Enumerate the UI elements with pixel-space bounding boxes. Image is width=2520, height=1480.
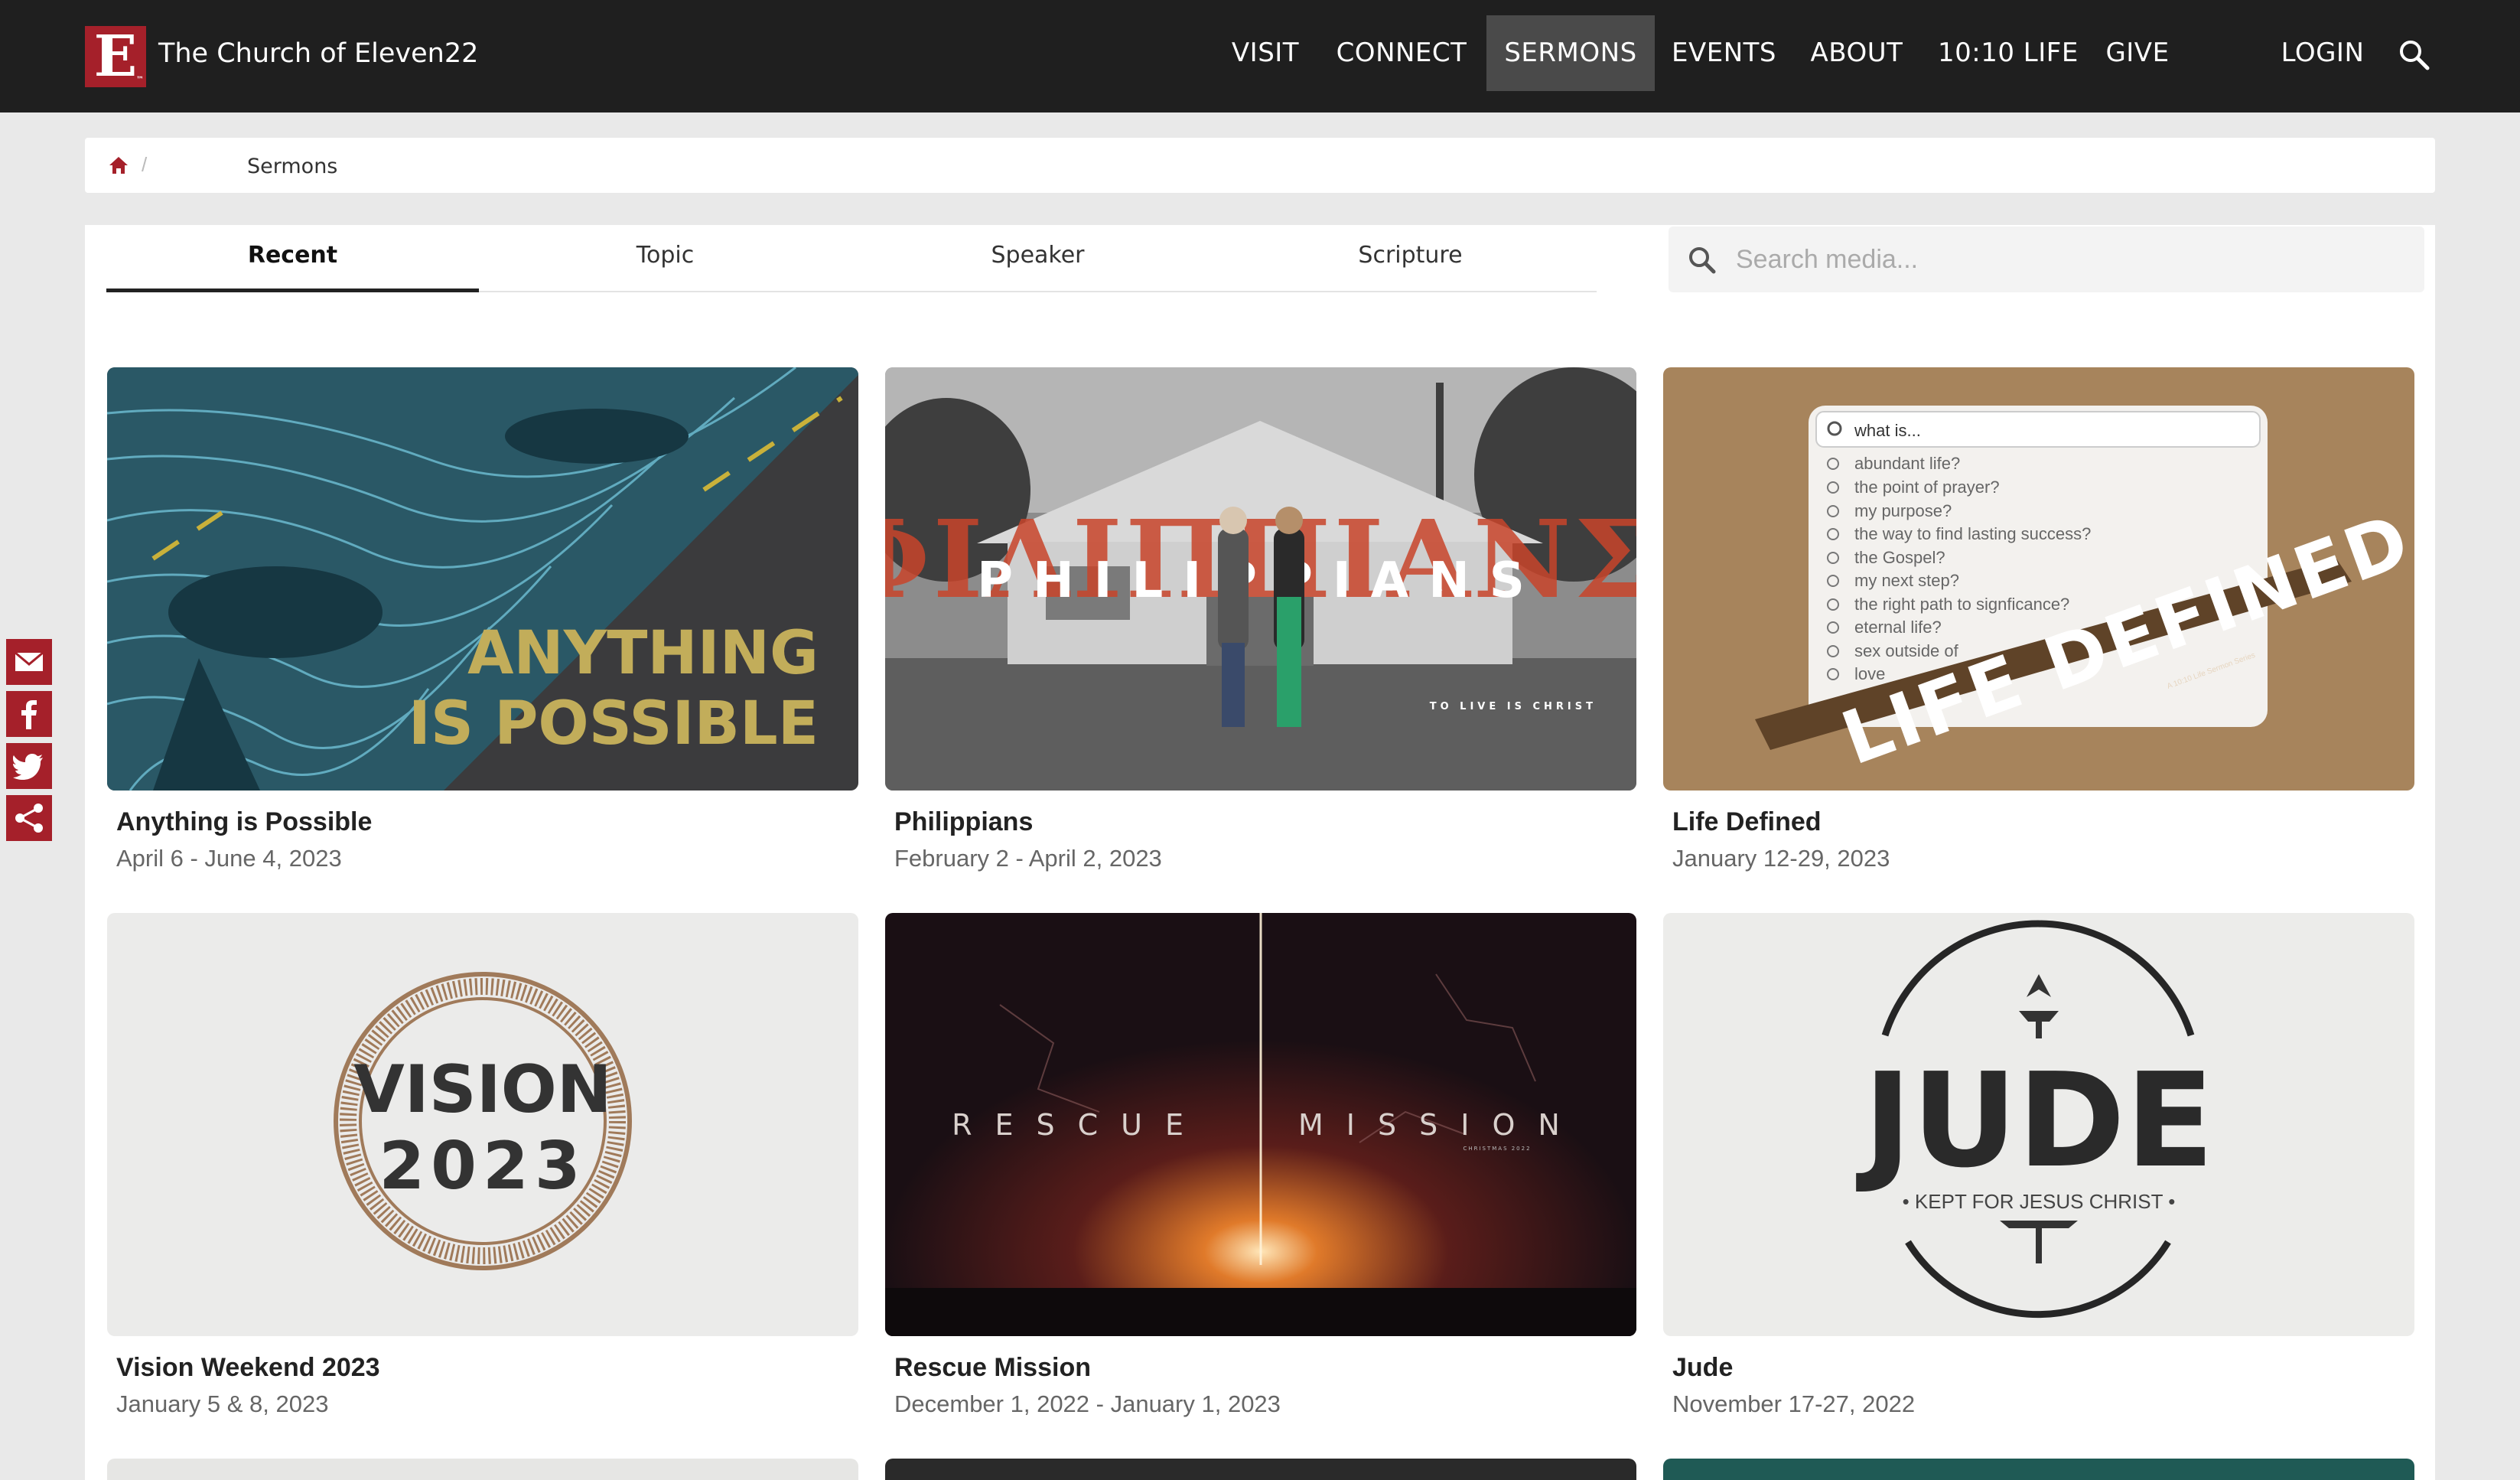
nav-events[interactable]: EVENTS bbox=[1669, 15, 1779, 91]
art-item: the right path to signficance? bbox=[1854, 595, 2069, 614]
logo-letter: E bbox=[93, 24, 138, 90]
search-icon[interactable] bbox=[2398, 38, 2431, 72]
share-icon bbox=[15, 804, 43, 833]
art-sub: TO LIVE IS CHRIST bbox=[1430, 701, 1597, 712]
art-line2: 2023 bbox=[379, 1128, 586, 1205]
sermon-card[interactable]: ΦΙΛΙΠΠΙΑΝΣ PHILIPPIANS TO LIVE IS CHRIST… bbox=[885, 367, 1636, 872]
tab-topic[interactable]: Topic bbox=[479, 225, 851, 292]
site-header: E ™ The Church of Eleven22 VISIT CONNECT… bbox=[0, 0, 2520, 112]
sermon-date: April 6 - June 4, 2023 bbox=[116, 845, 342, 872]
tab-recent[interactable]: Recent bbox=[106, 225, 479, 292]
facebook-icon bbox=[21, 700, 37, 729]
sermon-date: February 2 - April 2, 2023 bbox=[894, 845, 1162, 872]
art-sub: • KEPT FOR JESUS CHRIST • bbox=[1903, 1190, 2176, 1213]
breadcrumb-separator: / bbox=[142, 153, 148, 176]
search-media-input[interactable] bbox=[1736, 227, 2409, 292]
sermon-thumbnail-partial[interactable] bbox=[107, 1459, 858, 1480]
sermon-title[interactable]: Anything is Possible bbox=[116, 807, 858, 837]
art-item: the Gospel? bbox=[1854, 548, 1945, 567]
sermon-thumbnail[interactable]: VISION 2023 bbox=[107, 913, 858, 1336]
art-item: the way to find lasting success? bbox=[1854, 524, 2091, 543]
home-icon[interactable] bbox=[108, 155, 129, 176]
email-share-button[interactable] bbox=[6, 639, 52, 685]
nav-give[interactable]: GIVE bbox=[2099, 15, 2176, 91]
sermon-date: December 1, 2022 - January 1, 2023 bbox=[894, 1390, 1281, 1417]
tab-speaker[interactable]: Speaker bbox=[851, 225, 1224, 292]
art-query: what is... bbox=[1854, 421, 1921, 440]
sermon-thumbnail-partial[interactable] bbox=[885, 1459, 1636, 1480]
search-icon bbox=[1689, 247, 1716, 274]
sermon-date: January 12-29, 2023 bbox=[1672, 845, 1890, 872]
sermon-thumbnail[interactable]: RESCUE MISSION CHRISTMAS 2022 bbox=[885, 913, 1636, 1336]
sermon-card[interactable]: what is... abundant life? the point of p… bbox=[1663, 367, 2414, 872]
sermon-card[interactable]: JUDE • KEPT FOR JESUS CHRIST • Jude Nove… bbox=[1663, 913, 2414, 1418]
sermon-date: January 5 & 8, 2023 bbox=[116, 1390, 329, 1417]
sermon-card[interactable]: ANYTHING IS POSSIBLE Anything is Possibl… bbox=[107, 367, 858, 872]
nav-connect[interactable]: CONNECT bbox=[1329, 15, 1474, 91]
sermon-title[interactable]: Rescue Mission bbox=[894, 1353, 1636, 1383]
art-right: MISSION bbox=[1298, 1108, 1583, 1142]
sermon-date: November 17-27, 2022 bbox=[1672, 1390, 1916, 1417]
site-name[interactable]: The Church of Eleven22 bbox=[158, 38, 478, 69]
sermon-card[interactable]: VISION 2023 Vision Weekend 2023 January … bbox=[107, 913, 858, 1418]
art-item: abundant life? bbox=[1854, 454, 1960, 473]
tab-scripture[interactable]: Scripture bbox=[1224, 225, 1597, 292]
art-item: sex outside of bbox=[1854, 641, 1959, 660]
sermon-card[interactable]: RESCUE MISSION CHRISTMAS 2022 Rescue Mis… bbox=[885, 913, 1636, 1418]
sermon-title[interactable]: Jude bbox=[1672, 1353, 2414, 1383]
art-title: JUDE bbox=[1856, 1045, 2215, 1197]
art-line1: ANYTHING bbox=[467, 619, 819, 688]
twitter-share-button[interactable] bbox=[6, 743, 52, 789]
art-line1: VISION bbox=[353, 1051, 612, 1128]
sermon-thumbnail[interactable]: what is... abundant life? the point of p… bbox=[1663, 367, 2414, 791]
art-item: my next step? bbox=[1854, 571, 1959, 590]
art-item: my purpose? bbox=[1854, 501, 1952, 520]
sermon-thumbnail-partial[interactable] bbox=[1663, 1459, 2414, 1480]
nav-visit[interactable]: VISIT bbox=[1225, 15, 1306, 91]
share-button[interactable] bbox=[6, 795, 52, 841]
art-item: eternal life? bbox=[1854, 618, 1942, 637]
facebook-share-button[interactable] bbox=[6, 691, 52, 737]
sermon-thumbnail[interactable]: ANYTHING IS POSSIBLE bbox=[107, 367, 858, 791]
sermon-title[interactable]: Life Defined bbox=[1672, 807, 2414, 837]
sermon-title[interactable]: Philippians bbox=[894, 807, 1636, 837]
nav-sermons[interactable]: SERMONS bbox=[1486, 15, 1655, 91]
sermon-title[interactable]: Vision Weekend 2023 bbox=[116, 1353, 858, 1383]
art-line2: IS POSSIBLE bbox=[409, 689, 819, 758]
sermon-thumbnail[interactable]: ΦΙΛΙΠΠΙΑΝΣ PHILIPPIANS TO LIVE IS CHRIST bbox=[885, 367, 1636, 791]
nav-login[interactable]: LOGIN bbox=[2277, 15, 2369, 91]
nav-about[interactable]: ABOUT bbox=[1803, 15, 1910, 91]
twitter-icon bbox=[13, 754, 43, 780]
nav-1010-life[interactable]: 10:10 LIFE bbox=[1938, 15, 2078, 91]
art-item: the point of prayer? bbox=[1854, 478, 2000, 497]
email-icon bbox=[15, 651, 44, 671]
sermon-thumbnail[interactable]: JUDE • KEPT FOR JESUS CHRIST • bbox=[1663, 913, 2414, 1336]
art-left: RESCUE bbox=[952, 1108, 1206, 1142]
art-sub: CHRISTMAS 2022 bbox=[1463, 1146, 1531, 1152]
logo-trademark: ™ bbox=[136, 76, 144, 84]
breadcrumb: / Sermons bbox=[85, 138, 2435, 193]
art-item: love bbox=[1854, 664, 1885, 683]
media-search bbox=[1669, 227, 2424, 292]
breadcrumb-current: Sermons bbox=[247, 155, 338, 178]
site-logo[interactable]: E ™ bbox=[85, 26, 146, 87]
art-text: PHILIPPIANS bbox=[977, 553, 1545, 609]
